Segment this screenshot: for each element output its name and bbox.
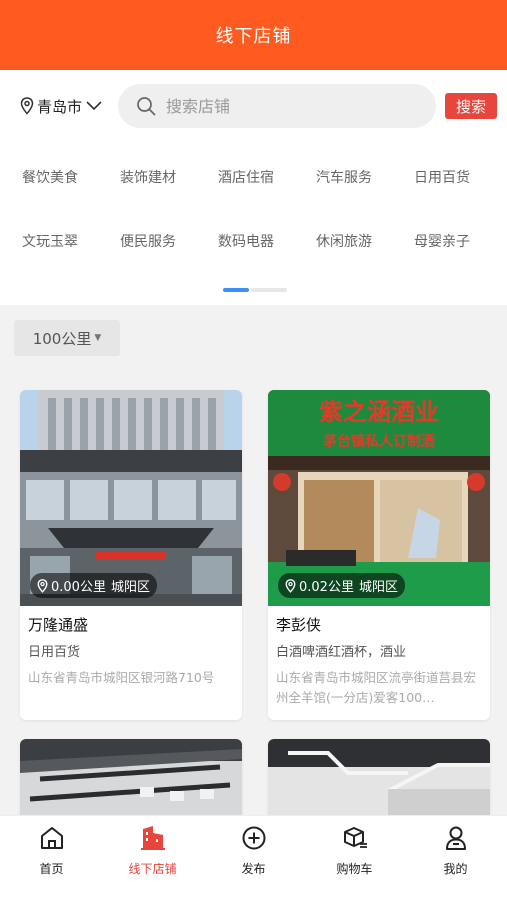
distance-filter[interactable]: 100公里 ▼: [14, 320, 120, 356]
tab-label: 发布: [241, 862, 266, 876]
search-box: [118, 84, 436, 128]
category-item-antiques[interactable]: 文玩玉翠: [1, 231, 99, 251]
shop-district: 城阳区: [110, 580, 150, 595]
shop-name: 李彭侠: [276, 616, 322, 634]
shop-name: 万隆通盛: [28, 616, 89, 634]
page-title: 线下店铺: [215, 26, 292, 47]
category-item-food[interactable]: 餐饮美食: [1, 167, 99, 187]
shop-category: 日用百货: [28, 645, 81, 660]
shop-photo: 紫之涵酒业 茅台镇私人订制酒 0.02公里 城阳区: [268, 390, 490, 606]
chevron-down-icon: [86, 101, 102, 111]
tab-publish[interactable]: 发布: [203, 824, 304, 877]
pager-dot-active: [223, 288, 249, 292]
tab-label: 首页: [39, 862, 64, 876]
tab-label: 线下店铺: [128, 862, 177, 876]
shop-card[interactable]: 0.00公里 城阳区 万隆通盛 日用百货 山东省青岛市城阳区银河路710号: [20, 390, 242, 720]
shop-distance: 0.00公里: [51, 580, 106, 595]
home-icon: [40, 827, 63, 849]
distance-badge: 0.02公里 城阳区: [278, 573, 405, 598]
category-item-hotel[interactable]: 酒店住宿: [197, 167, 295, 187]
sign-title: 紫之涵酒业: [319, 398, 439, 426]
category-item-electronics[interactable]: 数码电器: [197, 231, 295, 251]
location-pin-icon: [20, 97, 34, 115]
shop-photo: 0.00公里 城阳区: [20, 390, 242, 606]
tab-offline-stores[interactable]: 线下店铺: [102, 824, 203, 877]
city-name: 青岛市: [37, 97, 83, 116]
store-building-icon: [140, 826, 165, 850]
category-grid: 餐饮美食 装饰建材 酒店住宿 汽车服务 日用百货 文玩玉翠 便民服务 数码电器 …: [0, 142, 507, 305]
sign-subtitle: 茅台镇私人订制酒: [323, 433, 435, 450]
shop-address: 山东省青岛市城阳区银河路710号: [28, 670, 215, 685]
tab-label: 我的: [443, 862, 468, 876]
category-pager-indicator: [223, 288, 287, 292]
tab-home[interactable]: 首页: [1, 824, 102, 877]
shop-address: 山东省青岛市城阳区流亭街道莒县宏州全羊馆(一分店)爱客100…: [276, 670, 477, 705]
category-item-travel[interactable]: 休闲旅游: [295, 231, 393, 251]
search-input[interactable]: [166, 96, 406, 116]
shop-category: 白酒啤酒红酒杯，酒业: [276, 645, 407, 660]
bottom-tab-bar: 首页 线下店铺 发布 购物车 我的: [0, 815, 507, 900]
user-icon: [445, 826, 466, 850]
tab-cart[interactable]: 购物车: [304, 824, 405, 877]
distance-filter-label: 100公里: [32, 329, 92, 348]
search-icon: [137, 97, 156, 116]
location-pin-icon: [37, 578, 48, 593]
caret-down-icon: ▼: [94, 333, 102, 343]
search-button[interactable]: 搜索: [445, 93, 497, 119]
city-selector[interactable]: 青岛市: [20, 96, 105, 117]
category-item-convenience[interactable]: 便民服务: [99, 231, 197, 251]
page: 线下店铺 青岛市 搜索 餐饮美食 装饰建材 酒店住宿 汽车服务 日用百货 文玩玉…: [0, 0, 507, 900]
distance-badge: 0.00公里 城阳区: [30, 573, 157, 598]
category-item-daily-goods[interactable]: 日用百货: [393, 167, 491, 187]
shop-district: 城阳区: [358, 580, 398, 595]
shop-card[interactable]: 紫之涵酒业 茅台镇私人订制酒 0.02公里 城阳区 李彭侠 白酒啤酒红酒杯，酒业…: [268, 390, 490, 720]
shop-distance: 0.02公里: [299, 580, 354, 595]
location-pin-icon: [285, 578, 296, 593]
category-item-decoration[interactable]: 装饰建材: [99, 167, 197, 187]
search-bar: 青岛市 搜索: [0, 70, 507, 142]
tab-me[interactable]: 我的: [405, 824, 506, 877]
pager-dot: [251, 288, 287, 292]
tab-label: 购物车: [336, 862, 373, 876]
category-item-mother-baby[interactable]: 母婴亲子: [393, 231, 491, 251]
app-header: 线下店铺: [0, 0, 507, 70]
cart-box-icon: [343, 827, 367, 848]
category-item-auto[interactable]: 汽车服务: [295, 167, 393, 187]
plus-circle-icon: [242, 826, 265, 850]
